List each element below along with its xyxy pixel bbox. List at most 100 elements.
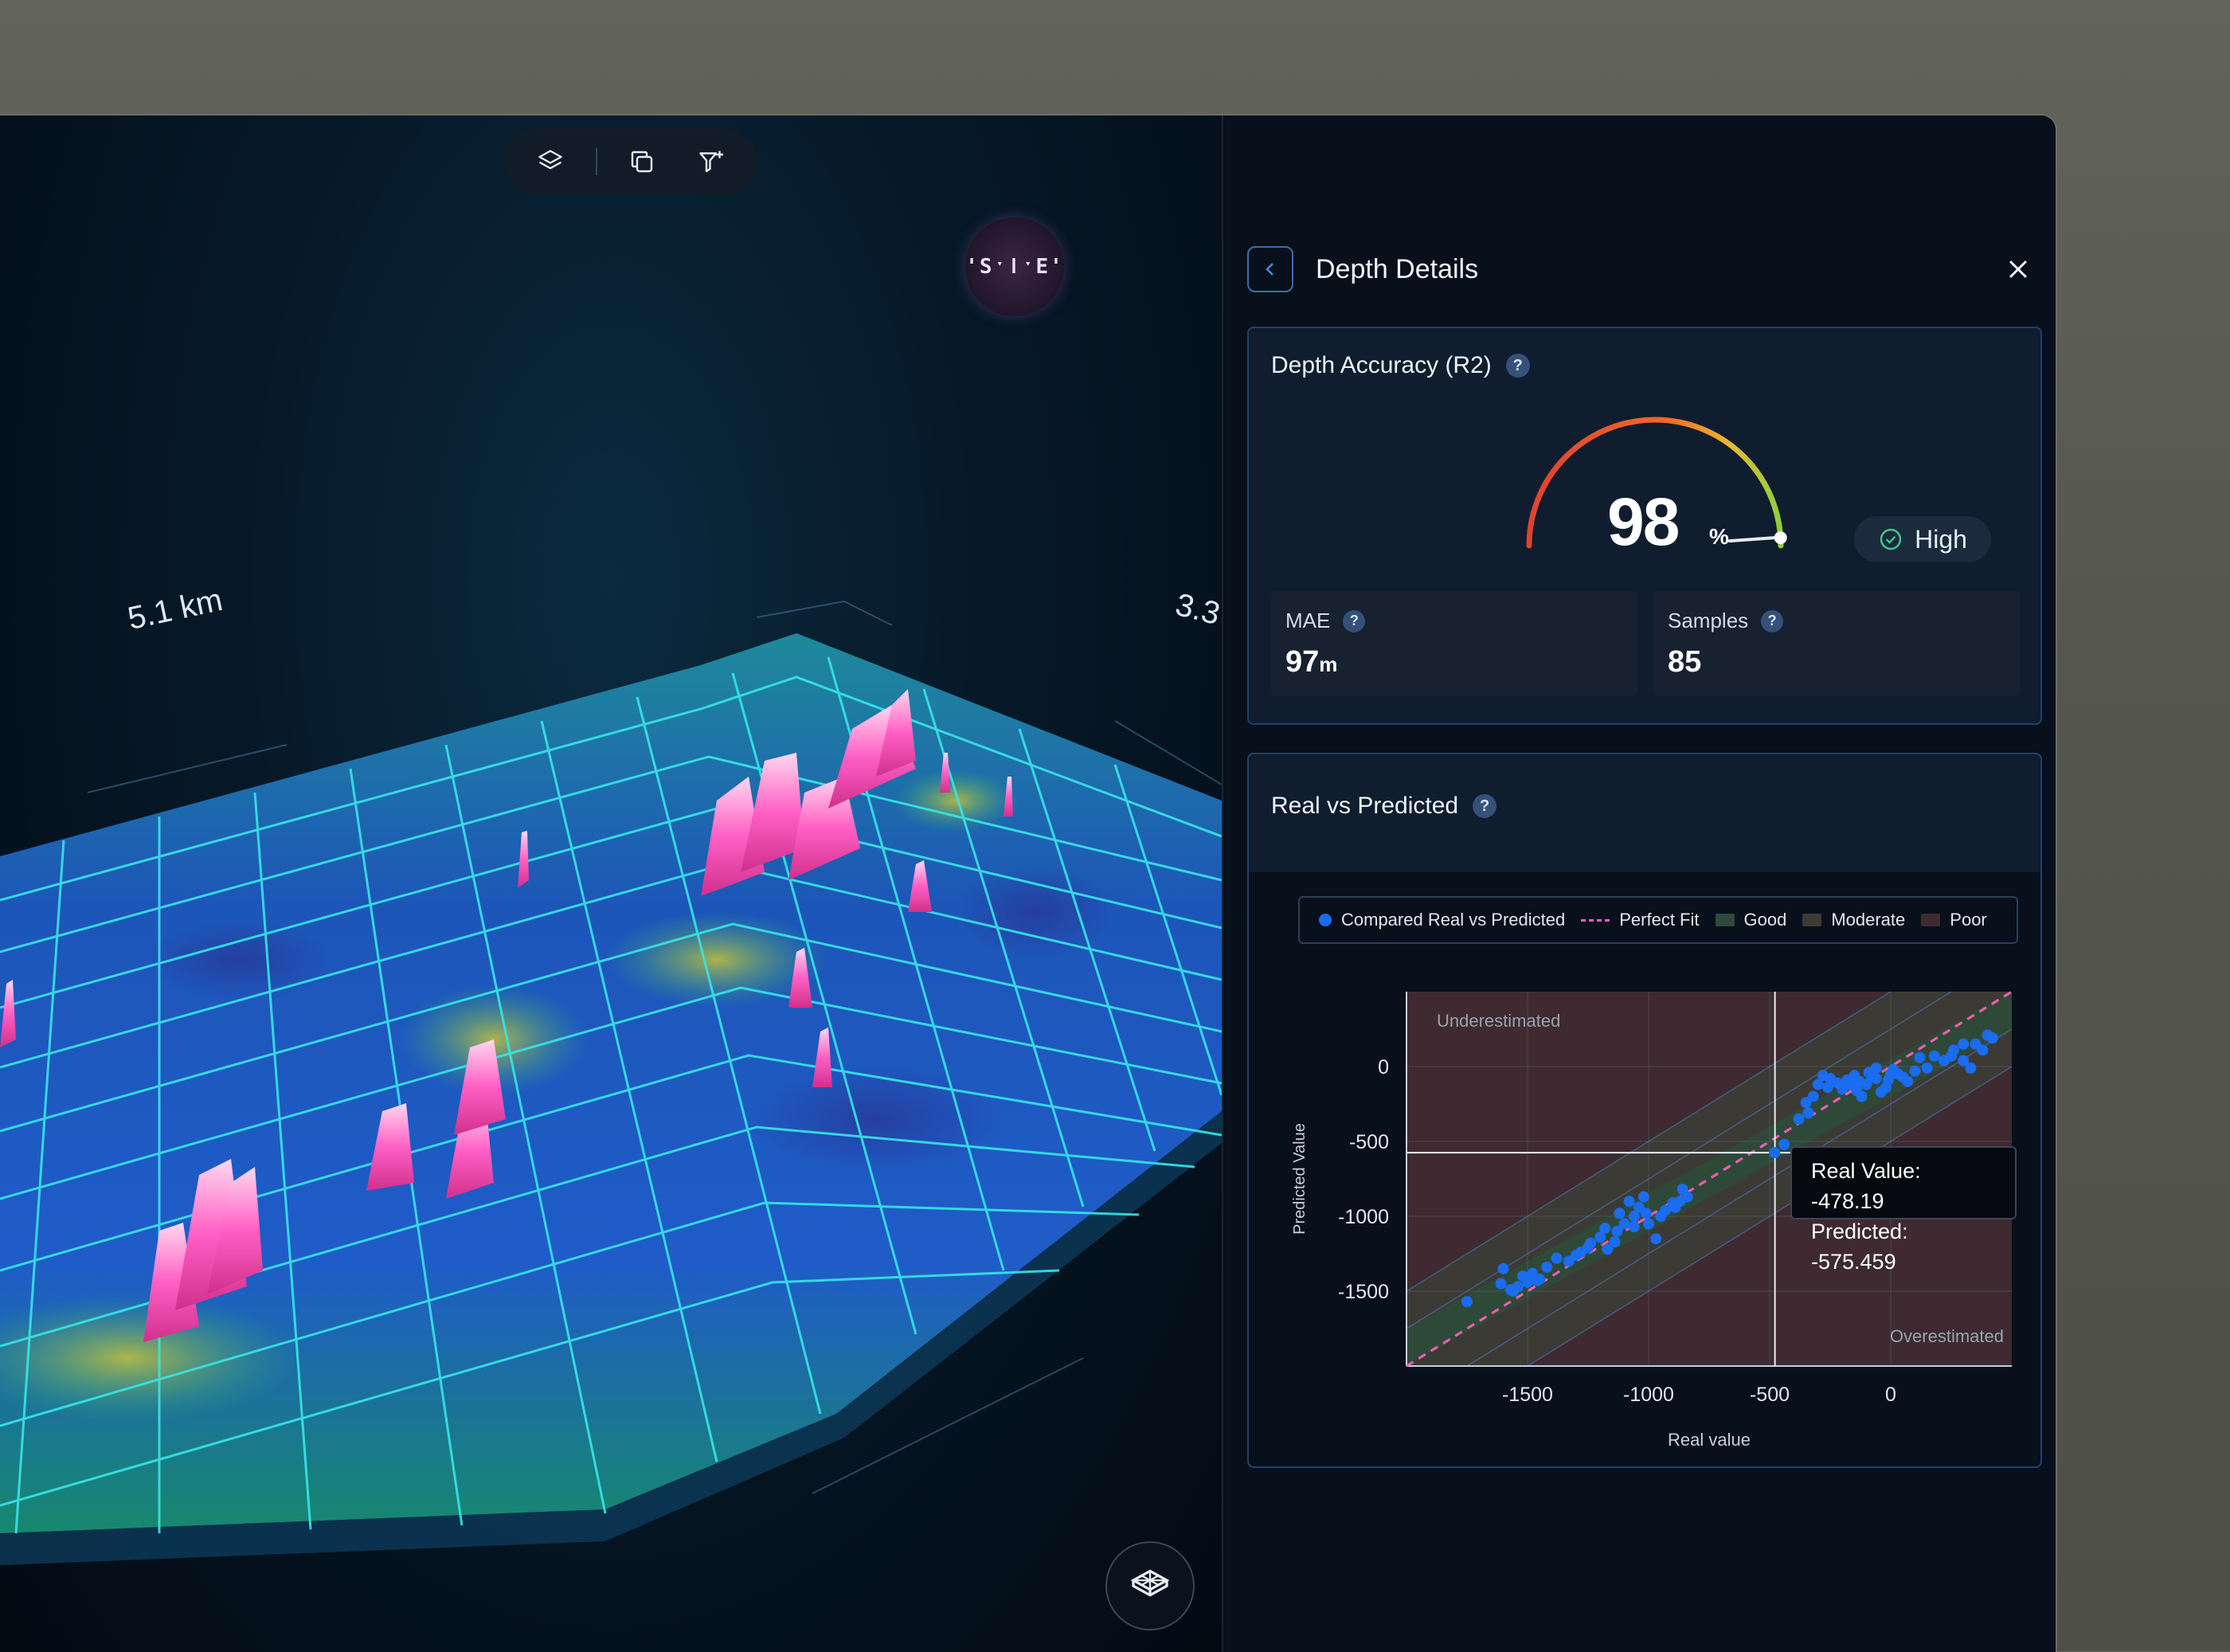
data-point [1669,1201,1681,1213]
data-point [1495,1278,1507,1290]
data-point [1551,1252,1563,1264]
data-point [1793,1113,1805,1125]
data-point [1623,1196,1635,1208]
close-button[interactable] [1998,249,2038,289]
tooltip-predicted: Predicted: -575.459 [1811,1219,1908,1274]
chart-tooltip: Real Value: -478.19 Predicted: -575.459 [1790,1146,2017,1274]
data-point [1958,1038,1970,1050]
filter-add-button[interactable] [687,138,735,186]
toolbar-divider [595,148,597,175]
view-toolbar [505,128,757,195]
chevron-left-icon [1266,263,1273,276]
data-point [1570,1249,1582,1261]
x-tick-label: -500 [1750,1384,1790,1406]
gauge-needle [1727,536,1776,543]
compass-label: 'SˑǀˑE' [965,255,1064,279]
x-axis-title: Real value [1668,1430,1751,1450]
help-icon[interactable]: ? [1505,354,1530,378]
help-icon[interactable]: ? [1343,609,1366,632]
y-tick-label: -500 [1349,1131,1389,1153]
legend-label: Perfect Fit [1619,910,1700,930]
data-point [1628,1211,1640,1222]
data-point [1832,1077,1844,1089]
data-point [1618,1218,1630,1230]
compass-widget[interactable]: 'SˑǀˑE' [965,217,1064,316]
data-point [1946,1050,1957,1062]
data-point [1817,1070,1829,1082]
data-point [1609,1235,1621,1247]
back-button[interactable] [1247,246,1293,292]
data-point [1778,1138,1790,1150]
gauge-knob [1774,531,1787,545]
data-point [1821,1082,1833,1094]
depth-details-panel: Depth Details Depth Accuracy (R2) ? 98 %… [1222,115,2056,1652]
mesh-toggle-button[interactable] [1105,1541,1195,1630]
data-point [1800,1097,1812,1109]
data-point [1965,1062,1977,1074]
data-point [1928,1050,1940,1062]
accuracy-unit: % [1709,524,1729,549]
legend-item-good[interactable]: Good [1715,910,1786,930]
legend-swatch [1921,914,1941,926]
data-point [1507,1286,1519,1297]
legend-swatch [1802,914,1822,926]
legend-item-perfect-fit[interactable]: Perfect Fit [1581,910,1700,930]
data-point [1532,1274,1543,1286]
terrain-viewport[interactable]: 5.1 km 3.3 'SˑǀˑE' [0,115,1222,1652]
mae-value-row: 97m [1285,645,1337,679]
status-badge-label: High [1915,524,1967,554]
data-point [1599,1223,1611,1235]
data-point [1841,1074,1853,1086]
terrain-surface [0,601,1222,1565]
layers-button[interactable] [526,138,574,186]
panel-title: Depth Details [1316,253,1479,284]
data-point [1921,1062,1933,1074]
legend-item-poor[interactable]: Poor [1921,910,1987,930]
data-point [1888,1063,1899,1075]
samples-metric: Samples ? 85 [1653,591,2020,696]
rvp-title-text: Real vs Predicted [1271,793,1459,819]
samples-label-row: Samples ? [1668,609,1784,633]
panel-header: Depth Details [1247,243,2038,296]
y-tick-label: -1000 [1338,1206,1389,1228]
data-point [1541,1261,1553,1273]
legend-label: Moderate [1831,910,1906,930]
rvp-card-title: Real vs Predicted ? [1271,793,1497,820]
data-point [1681,1191,1693,1203]
data-point [1909,1065,1921,1077]
legend-item-compared[interactable]: Compared Real vs Predicted [1319,910,1565,930]
y-axis-title: Predicted Value [1291,1123,1309,1235]
region-label-underestimated: Underestimated [1437,1011,1560,1031]
samples-label: Samples [1668,609,1749,632]
data-point [1977,1044,1989,1056]
accuracy-card: Depth Accuracy (R2) ? 98 % High MAE ? 97… [1247,327,2042,725]
help-icon[interactable]: ? [1473,794,1497,818]
help-icon[interactable]: ? [1761,609,1784,632]
data-point [1643,1218,1654,1230]
real-vs-predicted-card: Real vs Predicted ? Compared Real vs Pre… [1247,753,2042,1468]
data-point [1986,1032,1998,1044]
check-circle-icon [1880,528,1902,550]
mae-label-row: MAE ? [1285,609,1366,633]
x-tick-label: -1000 [1623,1384,1674,1406]
x-tick-label: 0 [1885,1384,1896,1406]
mae-value: 97 [1285,645,1320,679]
legend-label: Poor [1950,910,1987,930]
data-point [1856,1090,1868,1102]
filter-plus-icon [699,151,723,173]
layers-icon [538,150,562,170]
legend-item-moderate[interactable]: Moderate [1802,910,1905,930]
accuracy-title-text: Depth Accuracy (R2) [1271,352,1492,378]
accuracy-value: 98 [1607,484,1680,559]
data-point [1802,1107,1814,1119]
data-point [1497,1262,1509,1274]
copy-icon [632,151,653,173]
data-point [1628,1221,1640,1233]
copy-button[interactable] [618,138,666,186]
mesh-grid-icon [1130,1569,1170,1597]
data-point [1650,1233,1662,1245]
data-point [1461,1296,1473,1308]
data-point [1585,1237,1597,1249]
data-point [1655,1211,1667,1222]
data-point [1614,1208,1626,1219]
